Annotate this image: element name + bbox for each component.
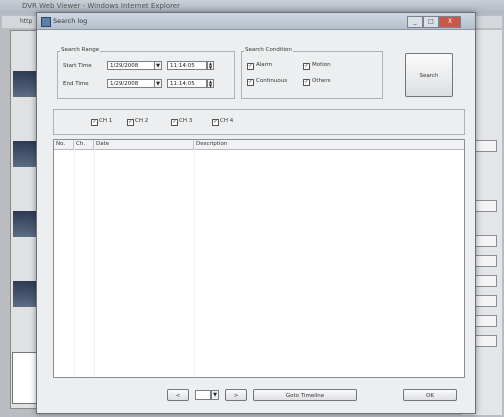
alarm-checkbox[interactable]: ✓ (247, 63, 254, 70)
start-time-label: Start Time (63, 63, 92, 69)
column-no[interactable]: No. (54, 140, 74, 149)
continuous-label: Continuous (256, 78, 288, 84)
end-date-field[interactable]: 1/29/2008 (107, 79, 155, 88)
close-button[interactable]: X (439, 16, 461, 28)
column-date[interactable]: Date (94, 140, 194, 149)
table-header: No. Ch. Date Description (54, 140, 464, 150)
address-text: http (20, 18, 33, 25)
chevron-down-icon[interactable]: ▼ (154, 61, 162, 70)
search-range-label: Search Range (60, 47, 101, 53)
search-log-dialog: Search log _ □ X Search Range Start Time… (36, 12, 476, 414)
column-description[interactable]: Description (194, 140, 464, 149)
ch3-label: CH 3 (179, 118, 193, 124)
search-range-group (57, 51, 235, 99)
ok-button[interactable]: OK (403, 389, 457, 401)
chevron-down-icon[interactable]: ▼ (154, 79, 162, 88)
dialog-title-bar[interactable]: Search log _ □ X (37, 13, 475, 30)
start-time-field[interactable]: 11:14:05 (167, 61, 207, 70)
others-checkbox[interactable]: ✓ (303, 79, 310, 86)
maximize-button[interactable]: □ (423, 16, 439, 28)
ch4-checkbox[interactable]: ✓ (212, 119, 219, 126)
column-divider (194, 149, 195, 377)
page-select[interactable] (195, 390, 211, 400)
search-button[interactable]: Search (405, 53, 453, 97)
dialog-title: Search log (53, 17, 88, 25)
others-label: Others (312, 78, 331, 84)
column-ch[interactable]: Ch. (74, 140, 94, 149)
chevron-down-icon[interactable]: ▼ (211, 390, 219, 400)
end-time-field[interactable]: 11:14:05 (167, 79, 207, 88)
ch2-checkbox[interactable]: ✓ (127, 119, 134, 126)
end-time-spinner[interactable]: ▲ ▼ (207, 79, 214, 88)
search-condition-label: Search Condition (244, 47, 293, 53)
start-date-field[interactable]: 1/29/2008 (107, 61, 155, 70)
next-page-button[interactable]: > (225, 389, 247, 401)
continuous-checkbox[interactable]: ✓ (247, 79, 254, 86)
motion-checkbox[interactable]: ✓ (303, 63, 310, 70)
ch4-label: CH 4 (220, 118, 234, 124)
ch1-label: CH 1 (99, 118, 113, 124)
prev-page-button[interactable]: < (167, 389, 189, 401)
motion-label: Motion (312, 62, 331, 68)
goto-timeline-button[interactable]: Goto Timeline (253, 389, 357, 401)
alarm-label: Alarm (256, 62, 273, 68)
start-time-spinner[interactable]: ▲ ▼ (207, 61, 214, 70)
ch2-label: CH 2 (135, 118, 149, 124)
background-title: DVR Web Viewer - Windows Internet Explor… (22, 2, 181, 10)
end-time-label: End Time (63, 81, 89, 87)
channel-group (53, 109, 465, 135)
column-divider (94, 149, 95, 377)
column-divider (74, 149, 75, 377)
ch3-checkbox[interactable]: ✓ (171, 119, 178, 126)
minimize-button[interactable]: _ (407, 16, 423, 28)
ch1-checkbox[interactable]: ✓ (91, 119, 98, 126)
app-icon (41, 17, 51, 27)
log-table[interactable]: No. Ch. Date Description (53, 139, 465, 378)
search-condition-group (241, 51, 383, 99)
